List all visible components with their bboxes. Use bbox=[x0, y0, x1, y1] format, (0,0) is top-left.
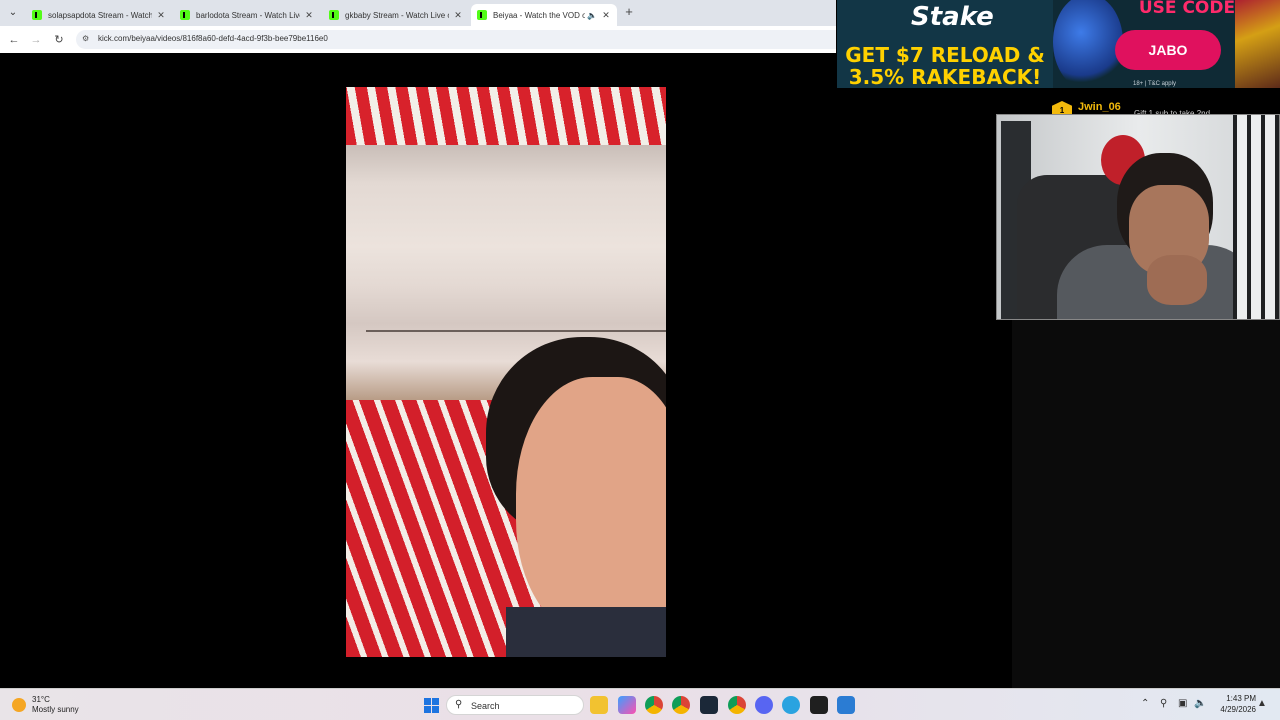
video-frame-awning bbox=[346, 87, 666, 153]
speaker-icon[interactable]: 🔈 bbox=[587, 11, 597, 20]
file-explorer-icon[interactable] bbox=[590, 696, 608, 714]
close-tab-icon[interactable]: ✕ bbox=[453, 10, 463, 21]
start-tile bbox=[432, 706, 439, 713]
new-tab-button[interactable]: + bbox=[622, 5, 636, 19]
app-icon[interactable] bbox=[810, 696, 828, 714]
video-frame-person bbox=[486, 337, 666, 657]
volume-icon[interactable]: 🔈 bbox=[1194, 698, 1206, 709]
close-tab-icon[interactable]: ✕ bbox=[156, 10, 166, 21]
copilot-icon[interactable] bbox=[618, 696, 636, 714]
video-frame-crack bbox=[366, 330, 666, 332]
tab-title: Beiyaa - Watch the VOD on bbox=[493, 10, 586, 20]
address-bar[interactable]: ⚙ kick.com/beiyaa/videos/816f8a60-defd-4… bbox=[76, 30, 836, 49]
browser-tab[interactable]: solapsapdota Stream - Watch L ✕ bbox=[26, 4, 172, 26]
steam-icon[interactable] bbox=[700, 696, 718, 714]
weather-temp[interactable]: 31°C bbox=[32, 695, 50, 704]
search-placeholder: Search bbox=[471, 701, 500, 711]
chrome-icon[interactable] bbox=[672, 696, 690, 714]
close-tab-icon[interactable]: ✕ bbox=[304, 10, 314, 21]
search-icon: ⚲ bbox=[455, 699, 463, 710]
start-tile bbox=[432, 698, 439, 705]
network-icon[interactable]: ▣ bbox=[1178, 698, 1187, 709]
webcam-hand bbox=[1147, 255, 1207, 305]
ball-icon bbox=[1053, 0, 1123, 88]
chrome-icon[interactable] bbox=[645, 696, 663, 714]
right-dark-panel bbox=[1012, 320, 1280, 688]
kick-favicon-icon bbox=[180, 10, 190, 20]
back-icon[interactable]: ← bbox=[6, 32, 22, 48]
taskbar-search[interactable]: ⚲ Search bbox=[446, 695, 584, 715]
telegram-icon[interactable] bbox=[782, 696, 800, 714]
sun-icon[interactable] bbox=[12, 698, 26, 712]
app-icon[interactable] bbox=[837, 696, 855, 714]
browser-tab[interactable]: gkbaby Stream - Watch Live on ✕ bbox=[323, 4, 469, 26]
stake-ad-banner[interactable]: Stake GET $7 RELOAD & 3.5% RAKEBACK! USE… bbox=[837, 0, 1280, 88]
chrome-icon[interactable] bbox=[728, 696, 746, 714]
tab-title: solapsapdota Stream - Watch L bbox=[48, 10, 152, 20]
notification-icon[interactable]: ▲ bbox=[1257, 698, 1267, 709]
tab-title: gkbaby Stream - Watch Live on bbox=[345, 10, 449, 20]
video-frame-shirt bbox=[506, 607, 666, 657]
browser-tab[interactable]: barlodota Stream - Watch Live ✕ bbox=[174, 4, 320, 26]
reload-icon[interactable]: ↻ bbox=[51, 32, 67, 48]
url-text[interactable]: kick.com/beiyaa/videos/816f8a60-defd-4ac… bbox=[98, 34, 328, 43]
discord-icon[interactable] bbox=[755, 696, 773, 714]
notice-username: Jwin_06 bbox=[1078, 101, 1121, 113]
tab-search-chevron-icon[interactable]: ⌄ bbox=[6, 6, 20, 20]
kick-favicon-icon bbox=[329, 10, 339, 20]
ad-terms: 18+ | T&C apply bbox=[1133, 81, 1176, 87]
forward-icon[interactable]: → bbox=[28, 32, 44, 48]
ad-headline: GET $7 RELOAD & 3.5% RAKEBACK! bbox=[845, 43, 1045, 88]
webcam-window-bars bbox=[1233, 115, 1279, 319]
ad-decoration bbox=[1235, 0, 1280, 88]
kick-favicon-icon bbox=[32, 10, 42, 20]
close-tab-icon[interactable]: ✕ bbox=[601, 10, 611, 21]
screen: ⌄ solapsapdota Stream - Watch L ✕ barlod… bbox=[0, 0, 1280, 720]
start-tile bbox=[424, 706, 431, 713]
video-player[interactable] bbox=[346, 87, 666, 657]
clock-date[interactable]: 4/29/2026 bbox=[1210, 705, 1256, 714]
video-frame-face bbox=[516, 377, 666, 637]
weather-desc[interactable]: Mostly sunny bbox=[32, 705, 79, 714]
tab-title: barlodota Stream - Watch Live bbox=[196, 10, 300, 20]
windows-taskbar: 31°C Mostly sunny ⚲ Search ⌃ ⚲ ▣ 🔈 1:43 … bbox=[0, 688, 1280, 720]
start-tile bbox=[424, 698, 431, 705]
clock-time[interactable]: 1:43 PM bbox=[1220, 694, 1256, 703]
browser-tab-active[interactable]: Beiyaa - Watch the VOD on 🔈 ✕ bbox=[471, 4, 617, 26]
kick-favicon-icon bbox=[477, 10, 487, 20]
windows-start-icon[interactable] bbox=[424, 698, 439, 713]
ad-code-button[interactable]: JABO bbox=[1115, 30, 1221, 70]
site-info-icon[interactable]: ⚙ bbox=[82, 34, 92, 44]
microphone-icon[interactable]: ⚲ bbox=[1160, 698, 1167, 709]
browser-tab-bar: ⌄ solapsapdota Stream - Watch L ✕ barlod… bbox=[0, 0, 836, 26]
chevron-up-icon[interactable]: ⌃ bbox=[1141, 698, 1149, 709]
stake-logo: Stake bbox=[911, 2, 994, 32]
webcam-overlay bbox=[996, 114, 1280, 320]
browser-toolbar: ← → ↻ ⚙ kick.com/beiyaa/videos/816f8a60-… bbox=[0, 26, 836, 53]
